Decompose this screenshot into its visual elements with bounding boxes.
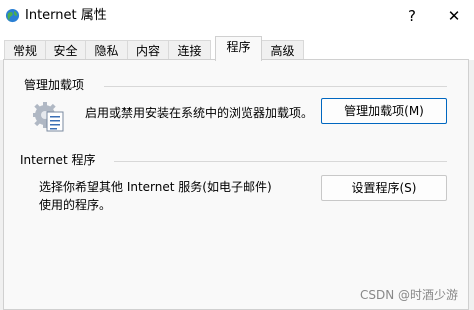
tab-strip: 常规 安全 隐私 内容 连接 程序 高级 [0, 34, 474, 61]
tab-privacy[interactable]: 隐私 [85, 40, 128, 60]
group-divider [114, 161, 447, 162]
help-button[interactable]: ? [397, 4, 427, 28]
tab-advanced[interactable]: 高级 [261, 40, 304, 60]
manage-addons-icon [33, 102, 64, 132]
tab-general[interactable]: 常规 [4, 40, 46, 60]
tab-security[interactable]: 安全 [45, 40, 86, 60]
internet-programs-description-line2: 使用的程序。 [39, 198, 112, 212]
close-button[interactable]: ✕ [439, 4, 469, 28]
manage-addons-description: 启用或禁用安装在系统中的浏览器加载项。 [85, 106, 314, 120]
manage-addons-group-title: 管理加载项 [24, 78, 85, 92]
group-divider [104, 86, 447, 87]
set-programs-button[interactable]: 设置程序(S) [321, 175, 447, 201]
tab-programs[interactable]: 程序 [215, 36, 262, 61]
internet-programs-group-title: Internet 程序 [20, 153, 96, 167]
window-title: Internet 属性 [25, 8, 107, 23]
tab-content[interactable]: 内容 [127, 40, 169, 60]
watermark-text: CSDN @时酒少游 [359, 288, 458, 302]
internet-properties-dialog: Internet 属性 ? ✕ 常规 安全 隐私 内容 连接 程序 高级 管理加… [0, 0, 474, 310]
internet-programs-description-line1: 选择你希望其他 Internet 服务(如电子邮件) [39, 180, 272, 194]
manage-addons-button[interactable]: 管理加载项(M) [321, 98, 447, 124]
internet-globe-icon [5, 8, 20, 23]
tab-connections[interactable]: 连接 [168, 40, 211, 60]
programs-tab-panel: 管理加载项 启用或禁用安装在系统中的浏览器加载项。 管理加载项(M) Inter… [3, 59, 469, 310]
title-bar: Internet 属性 ? ✕ [0, 0, 474, 34]
